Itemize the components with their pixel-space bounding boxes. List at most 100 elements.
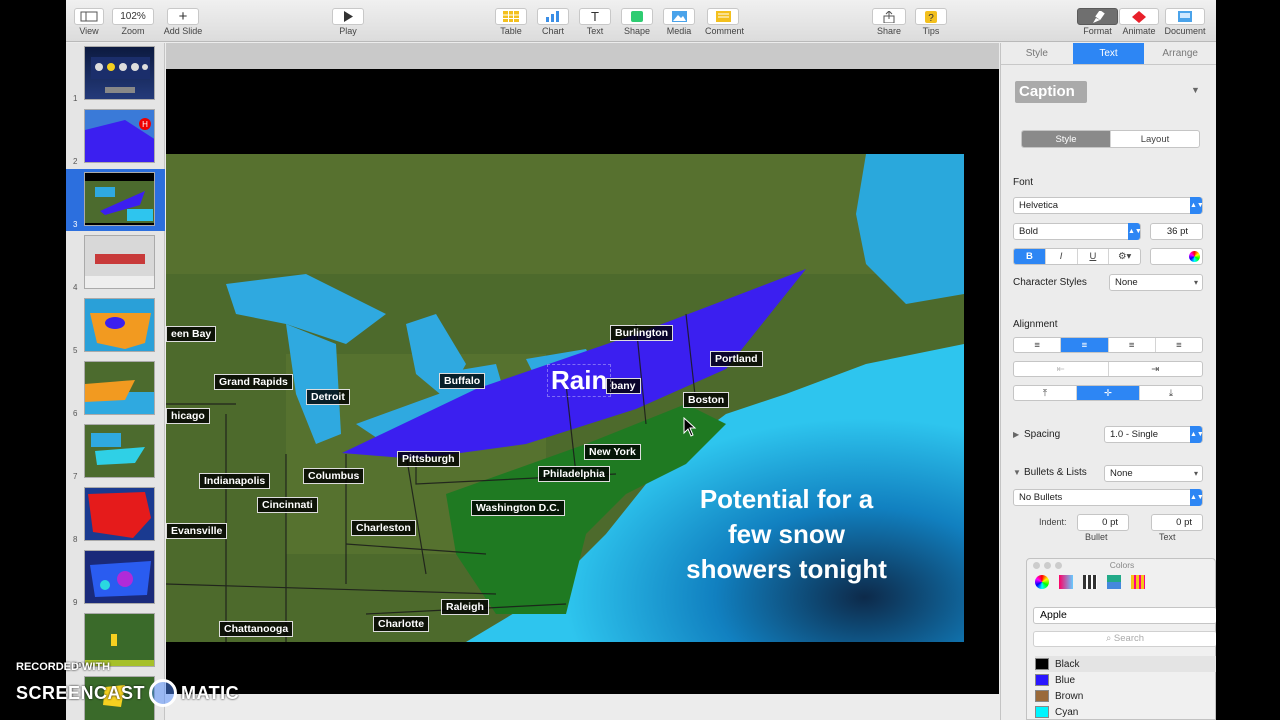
sliders-icon[interactable] <box>1059 575 1073 589</box>
image-palette-icon[interactable] <box>1107 575 1121 589</box>
text-button[interactable]: T Text <box>579 8 611 36</box>
bullet-type-select[interactable]: No Bullets ▲▼ <box>1013 489 1204 506</box>
rain-text-box[interactable]: Rain <box>547 364 612 397</box>
bold-button[interactable]: B <box>1014 249 1046 264</box>
color-name: Cyan <box>1055 706 1079 718</box>
table-button[interactable]: Table <box>495 8 527 36</box>
font-family-value: Helvetica <box>1019 200 1059 211</box>
shape-button[interactable]: Shape <box>621 8 653 36</box>
indent-text-field[interactable]: 0 pt <box>1151 514 1203 531</box>
city-label-new-york: New York <box>584 444 641 460</box>
comment-button[interactable]: Comment <box>705 8 745 36</box>
align-right-icon[interactable]: ≡ <box>1109 338 1156 352</box>
city-label-evansville: Evansville <box>166 523 228 539</box>
tab-arrange[interactable]: Arrange <box>1144 43 1216 64</box>
slide-thumbnail-6[interactable]: 6 <box>66 358 165 420</box>
indent-text-value: 0 pt <box>1176 517 1192 528</box>
spacing-select[interactable]: 1.0 - Single ▲▼ <box>1104 426 1204 443</box>
color-search-input[interactable]: ⌕ Search <box>1033 631 1216 647</box>
color-list-item[interactable]: Brown <box>1035 688 1216 704</box>
bullets-select[interactable]: None ▾ <box>1104 465 1203 482</box>
gear-icon[interactable]: ⚙▾ <box>1109 249 1140 264</box>
decrease-indent-icon[interactable]: ⇤ <box>1014 362 1109 376</box>
bullet-type-value: No Bullets <box>1019 492 1063 503</box>
slide-number: 5 <box>73 346 78 355</box>
align-center-icon[interactable]: ≡ <box>1061 338 1109 352</box>
chart-button[interactable]: Chart <box>537 8 569 36</box>
view-button[interactable]: View <box>74 8 104 36</box>
chart-label: Chart <box>541 26 564 36</box>
increase-indent-icon[interactable]: ⇥ <box>1109 362 1203 376</box>
indent-label: Indent: <box>1039 517 1067 527</box>
city-label-green-bay: een Bay <box>166 326 217 342</box>
slide-thumbnail-3[interactable]: 3 <box>66 169 165 231</box>
align-bottom-icon[interactable]: ⤓ <box>1140 386 1202 400</box>
color-swatch <box>1035 706 1049 718</box>
share-label: Share <box>876 26 902 36</box>
chevron-updown-icon: ▲▼ <box>1190 197 1204 214</box>
align-middle-icon[interactable]: ✛ <box>1077 386 1140 400</box>
disclosure-triangle-icon[interactable]: ▶ <box>1013 430 1019 439</box>
slide-canvas[interactable]: een Bay Grand Rapids Detroit hicago Buff… <box>166 43 999 694</box>
subtab-layout[interactable]: Layout <box>1111 131 1199 147</box>
indent-bullet-field[interactable]: 0 pt <box>1077 514 1129 531</box>
color-wheel-icon[interactable] <box>1035 575 1049 589</box>
align-left-icon[interactable]: ≡ <box>1014 338 1062 352</box>
zoom-label: Zoom <box>121 26 145 36</box>
zoom-control[interactable]: 102% Zoom <box>112 8 154 36</box>
color-list-item[interactable]: Blue <box>1035 672 1216 688</box>
format-button[interactable]: Format <box>1077 8 1118 36</box>
format-brush-icon <box>1077 8 1118 25</box>
color-wheel-icon <box>1189 251 1200 262</box>
crayons-icon[interactable] <box>1131 575 1145 589</box>
caption-text-box[interactable]: Potential for a few snow showers tonight <box>659 482 914 587</box>
disclosure-open-icon[interactable]: ▼ <box>1013 468 1021 477</box>
city-label-charlotte: Charlotte <box>373 616 430 632</box>
slide-navigator: 1 H 2 3 4 5 6 7 8 9 10 <box>66 43 165 720</box>
color-list-item[interactable]: Cyan <box>1035 704 1216 720</box>
subtab-style[interactable]: Style <box>1022 131 1111 147</box>
chart-icon <box>537 8 569 25</box>
tab-style[interactable]: Style <box>1001 43 1073 64</box>
underline-button[interactable]: U <box>1078 249 1110 264</box>
slide-thumbnail-4[interactable]: 4 <box>66 232 165 294</box>
tips-button[interactable]: ? Tips <box>914 8 948 36</box>
mouse-cursor-icon <box>683 417 697 437</box>
slide-thumbnail-5[interactable]: 5 <box>66 295 165 357</box>
align-justify-icon[interactable]: ≡ <box>1156 338 1202 352</box>
inspector-tabs: Style Text Arrange <box>1001 43 1216 65</box>
add-slide-button[interactable]: + Add Slide <box>162 8 204 36</box>
palette-select[interactable]: Apple <box>1033 607 1216 624</box>
slide-thumbnail-9[interactable]: 9 <box>66 547 165 609</box>
slide-thumbnail-7[interactable]: 7 <box>66 421 165 483</box>
character-styles-select[interactable]: None ▾ <box>1109 274 1203 291</box>
document-button[interactable]: Document <box>1162 8 1208 36</box>
chevron-down-icon[interactable]: ▼ <box>1191 85 1200 95</box>
media-button[interactable]: Media <box>663 8 695 36</box>
share-button[interactable]: Share <box>872 8 906 36</box>
slide[interactable]: een Bay Grand Rapids Detroit hicago Buff… <box>166 69 999 694</box>
color-mode-tabs <box>1035 575 1145 589</box>
font-weight-select[interactable]: Bold ▲▼ <box>1013 223 1142 240</box>
palette-icon[interactable] <box>1083 575 1097 589</box>
color-list-item[interactable]: Black <box>1035 656 1216 672</box>
thumbnail-image <box>84 172 155 226</box>
font-size-stepper[interactable]: 36 pt <box>1150 223 1203 240</box>
slide-number: 3 <box>73 220 78 229</box>
share-icon <box>872 8 906 25</box>
play-button[interactable]: Play <box>332 8 364 36</box>
slide-thumbnail-1[interactable]: 1 <box>66 43 165 105</box>
text-color-well[interactable] <box>1150 248 1203 265</box>
comment-label: Comment <box>705 26 745 36</box>
font-size-value: 36 pt <box>1166 226 1188 237</box>
alignment-label: Alignment <box>1013 319 1058 330</box>
align-top-icon[interactable]: ⤒ <box>1014 386 1077 400</box>
character-styles-value: None <box>1115 277 1138 288</box>
italic-button[interactable]: I <box>1046 249 1078 264</box>
slide-thumbnail-8[interactable]: 8 <box>66 484 165 546</box>
paragraph-style-selector[interactable]: Caption <box>1015 81 1087 103</box>
animate-button[interactable]: Animate <box>1119 8 1159 36</box>
slide-thumbnail-2[interactable]: H 2 <box>66 106 165 168</box>
font-family-select[interactable]: Helvetica ▲▼ <box>1013 197 1204 214</box>
tab-text[interactable]: Text <box>1072 43 1145 64</box>
